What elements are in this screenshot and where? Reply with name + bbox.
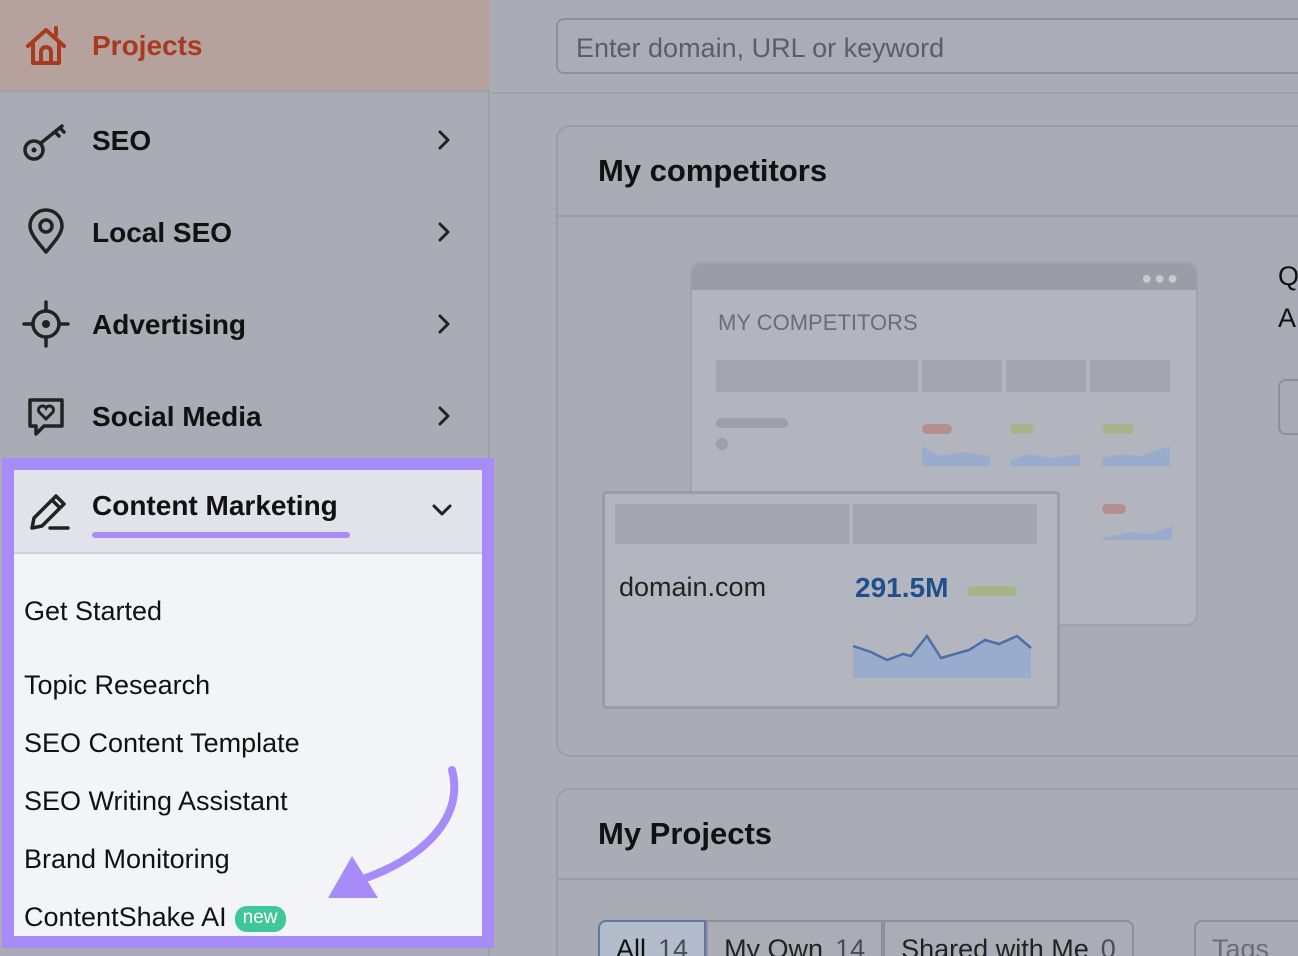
home-icon xyxy=(26,26,66,65)
example-metric: 291.5M xyxy=(855,572,949,603)
submenu-item-contentshake-ai[interactable]: ContentShake AI new xyxy=(24,902,286,933)
card-title: My competitors xyxy=(598,153,828,188)
tab-count: 0 xyxy=(1100,934,1116,956)
card-divider xyxy=(558,878,1298,880)
sidebar-item-content-marketing[interactable]: Content Marketing xyxy=(14,470,482,554)
sidebar-item-label: Advertising xyxy=(92,309,247,340)
tab-all[interactable]: All 14 xyxy=(598,920,707,956)
sidebar-item-advertising[interactable]: Advertising xyxy=(0,278,490,370)
submenu-item-topic-research[interactable]: Topic Research xyxy=(24,670,210,701)
window-bar: ●●● xyxy=(692,264,1196,290)
sidebar-item-projects[interactable]: Projects xyxy=(0,0,490,92)
competitors-illustration-front: domain.com 291.5M xyxy=(602,491,1060,709)
placeholder-block xyxy=(1090,360,1170,392)
tab-count: 14 xyxy=(658,934,689,956)
submenu-item-seo-writing-assistant[interactable]: SEO Writing Assistant xyxy=(24,786,288,817)
search-input[interactable]: Enter domain, URL or keyword xyxy=(556,18,1298,74)
side-text-fragment: Q xyxy=(1278,261,1298,291)
placeholder-dot xyxy=(716,438,728,450)
new-badge: new xyxy=(234,906,286,932)
side-text-fragment: A xyxy=(1278,303,1297,333)
sidebar-item-label: Social Media xyxy=(92,401,262,432)
placeholder-block xyxy=(853,504,1037,544)
example-domain: domain.com xyxy=(619,572,767,602)
submenu-item-label: ContentShake AI xyxy=(24,902,227,932)
sparkline-chart xyxy=(852,633,1032,678)
more-dots-icon: ●●● xyxy=(1141,268,1180,288)
projects-filter-tabs: All 14 My Own 14 Shared with Me 0 xyxy=(598,920,1134,956)
chevron-right-icon xyxy=(438,314,450,334)
chevron-right-icon xyxy=(438,406,450,426)
status-pill-green xyxy=(967,586,1017,596)
tab-label: My Own xyxy=(724,934,824,956)
target-icon xyxy=(22,300,70,348)
status-pill-green xyxy=(1102,424,1134,434)
location-pin-icon xyxy=(28,208,64,254)
card-divider xyxy=(558,215,1298,217)
tab-count: 14 xyxy=(835,934,866,956)
sidebar-item-label: SEO xyxy=(92,125,152,156)
submenu-item-seo-content-template[interactable]: SEO Content Template xyxy=(24,728,300,759)
tab-label: All xyxy=(616,934,647,956)
partial-button[interactable] xyxy=(1278,379,1298,435)
chevron-right-icon xyxy=(438,130,450,150)
status-pill-green xyxy=(1010,424,1034,434)
seo-key-icon xyxy=(23,124,66,161)
status-pill-red xyxy=(922,424,952,434)
tab-label: Shared with Me xyxy=(901,934,1089,956)
chat-heart-icon xyxy=(28,398,64,436)
placeholder-block xyxy=(716,360,918,392)
tab-my-own[interactable]: My Own 14 xyxy=(706,920,884,956)
topbar-divider xyxy=(492,92,1298,94)
illustration-caption: MY COMPETITORS xyxy=(718,310,918,335)
projects-card: My Projects All 14 My Own 14 Shared with M… xyxy=(556,788,1298,956)
card-title: My Projects xyxy=(598,816,773,851)
submenu-item-get-started[interactable]: Get Started xyxy=(24,596,162,627)
submenu-item-brand-monitoring[interactable]: Brand Monitoring xyxy=(24,844,230,875)
sidebar-item-label: Local SEO xyxy=(92,217,233,248)
tab-shared-with-me[interactable]: Shared with Me 0 xyxy=(883,920,1134,956)
pencil-icon xyxy=(30,494,70,530)
sidebar-item-label: Content Marketing xyxy=(92,490,338,521)
chevron-down-icon xyxy=(432,504,452,516)
sidebar-item-label: Projects xyxy=(92,30,203,61)
competitors-card: My competitors ●●● MY COMPETITORS domain… xyxy=(556,125,1298,757)
sidebar-item-social-media[interactable]: Social Media xyxy=(0,370,490,462)
sidebar-item-local-seo[interactable]: Local SEO xyxy=(0,186,490,278)
annotation-arrow xyxy=(328,766,459,898)
placeholder-block xyxy=(1006,360,1086,392)
chevron-right-icon xyxy=(438,222,450,242)
search-placeholder: Enter domain, URL or keyword xyxy=(576,33,945,63)
placeholder-pill xyxy=(716,418,788,428)
active-underline xyxy=(92,532,350,538)
tags-filter[interactable]: Tags xyxy=(1194,920,1298,956)
placeholder-block xyxy=(922,360,1002,392)
placeholder-block xyxy=(615,504,849,544)
sidebar-item-seo[interactable]: SEO xyxy=(0,94,490,186)
